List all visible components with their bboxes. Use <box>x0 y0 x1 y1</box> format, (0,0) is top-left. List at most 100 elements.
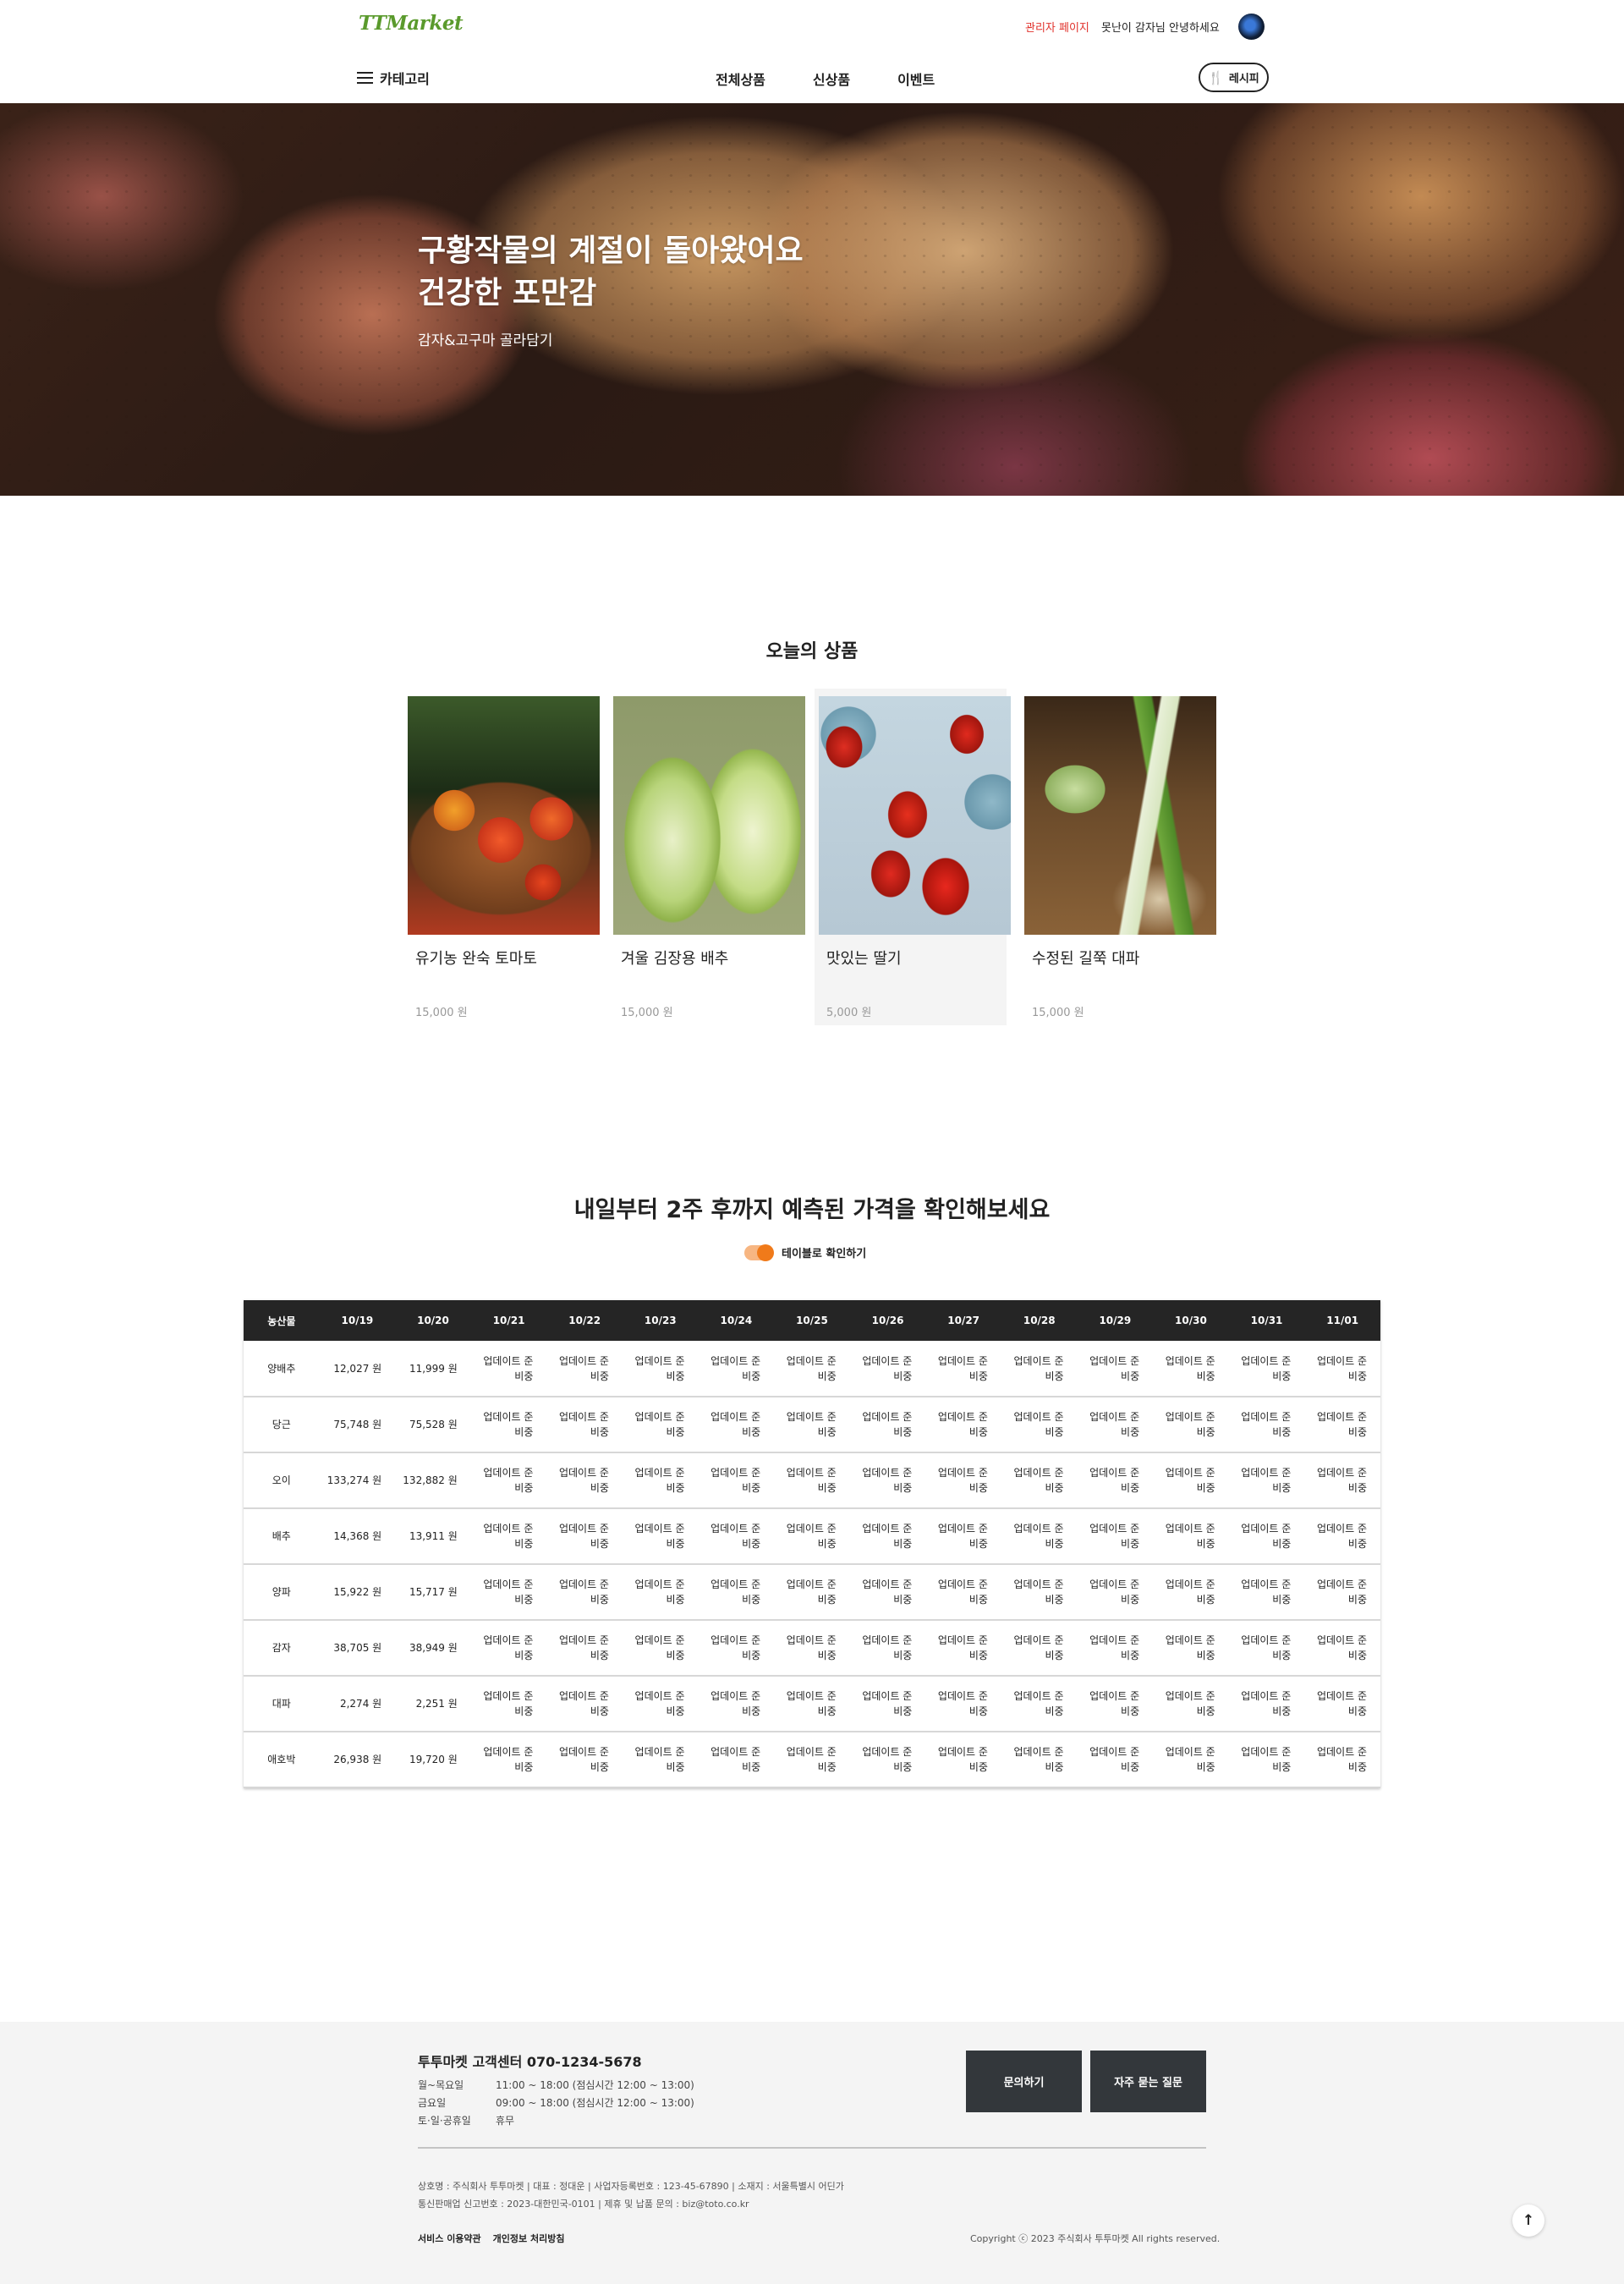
hours-row: 월~목요일 11:00 ~ 18:00 (점심시간 12:00 ~ 13:00) <box>418 2076 694 2094</box>
pending-cell: 업데이트 준비중 <box>1013 1411 1064 1438</box>
pending-cell: 업데이트 준비중 <box>1165 1578 1215 1606</box>
pending-cell: 업데이트 준비중 <box>786 1690 837 1717</box>
top-bar: TTMarket 관리자 페이지 못난이 감자님 안녕하세요 <box>0 0 1624 51</box>
hero-banner[interactable]: 구황작물의 계절이 돌아왔어요 건강한 포만감 감자&고구마 골라담기 <box>0 103 1624 496</box>
pending-cell: 업데이트 준비중 <box>710 1746 761 1773</box>
today-products-title: 오늘의 상품 <box>765 641 859 662</box>
privacy-link[interactable]: 개인정보 처리방침 <box>493 2232 565 2245</box>
pending-cell: 업데이트 준비중 <box>1013 1523 1064 1550</box>
product-card-cabbage[interactable]: 겨울 김장용 배추 15,000 원 <box>609 689 805 1025</box>
pending-cell: 업데이트 준비중 <box>710 1354 761 1382</box>
pending-cell: 업데이트 준비중 <box>786 1523 837 1550</box>
company-info-line2: 통신판매업 신고번호 : 2023-대한민국-0101 | 제휴 및 납품 문의… <box>418 2199 749 2210</box>
faq-button[interactable]: 자주 묻는 질문 <box>1090 2051 1206 2112</box>
hours-time: 11:00 ~ 18:00 (점심시간 12:00 ~ 13:00) <box>496 2079 694 2091</box>
table-row: 감자 38,705 원 38,949 원 업데이트 준비중 업데이트 준비중 업데이트 준… <box>244 1620 1380 1676</box>
pending-cell: 업데이트 준비중 <box>937 1411 988 1438</box>
pending-cell: 업데이트 준비중 <box>558 1467 609 1494</box>
pending-cell: 업데이트 준비중 <box>710 1411 761 1438</box>
main-nav: 전체상품 신상품 이벤트 <box>716 69 982 89</box>
pending-cell: 업데이트 준비중 <box>862 1634 913 1661</box>
pending-cell: 업데이트 준비중 <box>786 1746 837 1773</box>
product-card-tomato[interactable]: 유기농 완숙 토마토 15,000 원 <box>403 689 600 1025</box>
pending-cell: 업데이트 준비중 <box>862 1690 913 1717</box>
pending-cell: 업데이트 준비중 <box>1316 1354 1367 1382</box>
arrow-up-icon: ↑ <box>1522 2212 1535 2229</box>
pending-cell: 업데이트 준비중 <box>786 1634 837 1661</box>
hours-row: 금요일 09:00 ~ 18:00 (점심시간 12:00 ~ 13:00) <box>418 2094 694 2111</box>
product-image <box>819 696 1011 935</box>
pending-cell: 업데이트 준비중 <box>1316 1411 1367 1438</box>
product-card-strawberry[interactable]: 맛있는 딸기 5,000 원 <box>815 689 1011 1025</box>
scroll-top-button[interactable]: ↑ <box>1512 2204 1544 2237</box>
pending-cell: 업데이트 준비중 <box>634 1354 685 1382</box>
product-card-leek[interactable]: 수정된 길쭉 대파 15,000 원 <box>1020 689 1216 1025</box>
product-name: 수정된 길쭉 대파 <box>1032 950 1140 968</box>
terms-link[interactable]: 서비스 이용약관 <box>418 2232 481 2245</box>
pending-cell: 업데이트 준비중 <box>1089 1467 1140 1494</box>
pending-cell: 업데이트 준비중 <box>710 1467 761 1494</box>
column-header-date: 10/28 <box>1023 1315 1056 1326</box>
fork-knife-icon: 🍴 <box>1208 69 1224 85</box>
category-button[interactable]: 카테고리 <box>357 68 430 88</box>
price-cell: 19,720 원 <box>409 1754 458 1765</box>
pending-cell: 업데이트 준비중 <box>710 1690 761 1717</box>
contact-button[interactable]: 문의하기 <box>966 2051 1082 2112</box>
pending-cell: 업데이트 준비중 <box>634 1634 685 1661</box>
pending-cell: 업데이트 준비중 <box>937 1523 988 1550</box>
footer-divider <box>418 2147 1206 2149</box>
pending-cell: 업데이트 준비중 <box>1089 1354 1140 1382</box>
logo[interactable]: TTMarket <box>359 12 464 35</box>
admin-page-link[interactable]: 관리자 페이지 <box>1025 19 1089 35</box>
pending-cell: 업데이트 준비중 <box>862 1578 913 1606</box>
table-row: 양배추 12,027 원 11,999 원 업데이트 준비중 업데이트 준비중 업데이트 … <box>244 1341 1380 1397</box>
produce-name: 배추 <box>272 1530 291 1542</box>
hours-day: 월~목요일 <box>418 2079 464 2091</box>
pending-cell: 업데이트 준비중 <box>1165 1467 1215 1494</box>
pending-cell: 업데이트 준비중 <box>634 1578 685 1606</box>
nav-new-products[interactable]: 신상품 <box>813 69 850 89</box>
table-view-toggle-row: 테이블로 확인하기 <box>744 1244 866 1261</box>
pending-cell: 업데이트 준비중 <box>1241 1634 1292 1661</box>
pending-cell: 업데이트 준비중 <box>1241 1578 1292 1606</box>
pending-cell: 업데이트 준비중 <box>1241 1354 1292 1382</box>
column-header-date: 10/31 <box>1250 1315 1283 1326</box>
produce-name: 애호박 <box>267 1754 296 1765</box>
pending-cell: 업데이트 준비중 <box>1316 1746 1367 1773</box>
product-name: 겨울 김장용 배추 <box>621 950 729 968</box>
hero-title-line1: 구황작물의 계절이 돌아왔어요 <box>418 233 804 268</box>
produce-name: 오이 <box>272 1474 291 1486</box>
hours-time: 09:00 ~ 18:00 (점심시간 12:00 ~ 13:00) <box>496 2097 694 2109</box>
avatar[interactable] <box>1238 14 1265 40</box>
pending-cell: 업데이트 준비중 <box>1089 1690 1140 1717</box>
nav-all-products[interactable]: 전체상품 <box>716 69 765 89</box>
hours-day: 금요일 <box>418 2097 447 2109</box>
product-name: 유기농 완숙 토마토 <box>415 950 537 968</box>
hours-row: 토·일·공휴일 휴무 <box>418 2111 694 2129</box>
pending-cell: 업데이트 준비중 <box>937 1690 988 1717</box>
nav-events[interactable]: 이벤트 <box>897 69 935 89</box>
price-cell: 2,251 원 <box>415 1698 458 1710</box>
price-cell: 133,274 원 <box>326 1474 382 1486</box>
column-header-date: 10/21 <box>492 1315 525 1326</box>
product-price: 15,000 원 <box>1032 1007 1084 1019</box>
price-cell: 38,949 원 <box>409 1642 458 1654</box>
price-cell: 15,922 원 <box>333 1586 382 1598</box>
price-cell: 13,911 원 <box>409 1530 458 1542</box>
hours-day: 토·일·공휴일 <box>418 2115 471 2127</box>
pending-cell: 업데이트 준비중 <box>1165 1354 1215 1382</box>
pending-cell: 업데이트 준비중 <box>1241 1690 1292 1717</box>
pending-cell: 업데이트 준비중 <box>1165 1690 1215 1717</box>
pending-cell: 업데이트 준비중 <box>1165 1634 1215 1661</box>
price-cell: 75,748 원 <box>333 1419 382 1430</box>
pending-cell: 업데이트 준비중 <box>786 1467 837 1494</box>
pending-cell: 업데이트 준비중 <box>1316 1467 1367 1494</box>
price-cell: 15,717 원 <box>409 1586 458 1598</box>
table-view-toggle[interactable] <box>744 1244 774 1261</box>
hours-time: 휴무 <box>496 2115 515 2127</box>
column-header-date: 10/23 <box>644 1315 677 1326</box>
pending-cell: 업데이트 준비중 <box>937 1578 988 1606</box>
recipe-button[interactable]: 🍴 레시피 <box>1199 63 1269 92</box>
product-price: 5,000 원 <box>826 1007 872 1019</box>
pending-cell: 업데이트 준비중 <box>1316 1523 1367 1550</box>
